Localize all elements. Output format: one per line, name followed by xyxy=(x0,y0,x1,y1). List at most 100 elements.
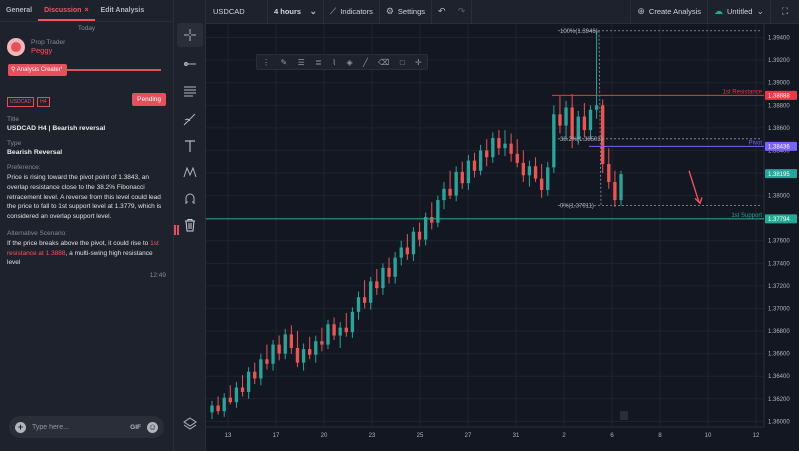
candle-body xyxy=(399,247,403,258)
candle-body xyxy=(564,107,568,126)
magnet-icon[interactable] xyxy=(177,187,203,211)
type-value: Bearish Reversal xyxy=(7,149,63,156)
candle-body xyxy=(527,166,532,176)
price-chart[interactable]: 1.39400 1.39200 1.39000 1.38800 1.38600 1.384… xyxy=(206,24,799,451)
candle-body xyxy=(277,344,281,354)
candle-body xyxy=(497,138,501,149)
scroll-realtime-button xyxy=(620,411,628,420)
price-tick-label: 1.37600 xyxy=(768,239,790,245)
price-tick-label: 1.38800 xyxy=(768,103,790,109)
chart-canvas[interactable]: 1.39400 1.39200 1.39000 1.38800 1.38600 1.384… xyxy=(206,24,799,451)
time-tick-label: 10 xyxy=(705,433,712,439)
candle-body xyxy=(369,281,373,303)
brush-icon[interactable] xyxy=(177,107,203,131)
more-icon[interactable]: ✛ xyxy=(415,58,422,67)
panel-resize-handle[interactable] xyxy=(174,222,180,235)
message-input-bar: + GIF ☺ xyxy=(9,416,164,438)
analysis-created-line xyxy=(60,69,161,71)
candle-body xyxy=(521,162,526,176)
indicators-button[interactable]: ⟋ Indicators xyxy=(324,0,380,24)
top-toolbar: USDCAD 4 hours ⌄ ⟋ Indicators ⚙ Settings ↶ … xyxy=(206,0,799,24)
pattern-icon[interactable] xyxy=(177,160,203,184)
create-analysis-button[interactable]: ⊕ Create Analysis xyxy=(630,0,709,24)
chevron-down-icon: ⌄ xyxy=(756,6,764,16)
layout-name: Untitled xyxy=(727,7,753,16)
symbol-badge: USDCAD xyxy=(7,97,35,107)
candle-body xyxy=(546,167,550,190)
candle-body xyxy=(332,324,336,336)
drag-handle-icon[interactable]: ⋮ xyxy=(262,58,270,67)
layers-icon[interactable] xyxy=(177,411,203,435)
candle-body xyxy=(442,188,446,201)
fib-icon[interactable]: ≣ xyxy=(315,58,322,67)
brush-icon[interactable]: ⌇ xyxy=(332,58,336,67)
gif-button[interactable]: GIF xyxy=(130,424,141,431)
candle-body xyxy=(338,327,342,336)
pencil-icon[interactable]: ✎ xyxy=(281,58,288,67)
time-tick-label: 17 xyxy=(273,433,280,439)
symbol-badges: USDCAD H4 xyxy=(7,90,53,108)
candle-body xyxy=(228,397,232,403)
price-tick-label: 1.36000 xyxy=(768,419,790,425)
text-lines-icon[interactable]: ☰ xyxy=(298,58,305,67)
undo-button[interactable]: ↶ xyxy=(432,0,452,24)
analysis-created-label: ⚲ Analysis Created xyxy=(8,64,68,76)
candle-body xyxy=(582,116,587,131)
parallel-channel-icon[interactable] xyxy=(177,79,203,103)
text-icon[interactable] xyxy=(177,134,203,158)
fullscreen-button[interactable]: ⛶ xyxy=(771,0,799,24)
candle-body xyxy=(362,297,367,303)
avatar[interactable] xyxy=(7,38,25,56)
candle-body xyxy=(466,160,471,184)
avatar-icon xyxy=(11,42,21,52)
tab-edit-analysis[interactable]: Edit Analysis xyxy=(95,0,151,21)
candle-body xyxy=(588,109,593,131)
horizontal-ray-icon[interactable] xyxy=(177,52,203,76)
square-icon[interactable]: □ xyxy=(400,58,405,67)
candle-body xyxy=(448,188,452,196)
price-badge-label: 1.38888 xyxy=(768,94,790,100)
symbol-selector[interactable]: USDCAD xyxy=(206,0,268,24)
timeframe-selector[interactable]: 4 hours ⌄ xyxy=(268,0,324,24)
candle-body xyxy=(320,341,324,345)
tab-general[interactable]: General xyxy=(0,0,38,21)
create-analysis-label: Create Analysis xyxy=(648,7,702,16)
user-name[interactable]: Peggy xyxy=(31,46,65,55)
price-tick-label: 1.36800 xyxy=(768,329,790,335)
price-badge-label: 1.37794 xyxy=(768,217,790,223)
indicators-label: Indicators xyxy=(340,7,373,16)
close-icon[interactable]: × xyxy=(84,7,88,14)
price-tick-label: 1.37000 xyxy=(768,306,790,312)
candle-body xyxy=(295,347,300,363)
candle-body xyxy=(613,182,617,201)
type-label: Type xyxy=(7,140,22,147)
discussion-panel: General Discussion × Edit Analysis Today … xyxy=(0,0,174,451)
price-tick-label: 1.36600 xyxy=(768,352,790,358)
settings-button[interactable]: ⚙ Settings xyxy=(380,0,433,24)
fill-icon[interactable]: ◈ xyxy=(346,58,352,67)
gear-icon: ⚙ xyxy=(385,6,394,16)
tab-discussion-label: Discussion xyxy=(44,7,82,14)
candle-body xyxy=(601,105,605,164)
eraser-icon[interactable]: ⌫ xyxy=(378,58,389,67)
candle-body xyxy=(307,349,312,355)
layout-selector[interactable]: ☁ Untitled ⌄ xyxy=(708,0,771,24)
line-icon[interactable]: ╱ xyxy=(363,58,368,67)
status-badge[interactable]: Pending xyxy=(132,92,166,106)
level-label: 1st Support xyxy=(731,213,762,219)
redo-button[interactable]: ↷ xyxy=(452,0,473,24)
message-input[interactable] xyxy=(32,423,125,431)
fib-level-label: 0%(1.37911) xyxy=(560,204,594,210)
crosshair-icon[interactable] xyxy=(177,23,203,47)
candle-body xyxy=(265,359,269,364)
tab-discussion[interactable]: Discussion × xyxy=(38,0,95,21)
time-tick-label: 13 xyxy=(225,433,232,439)
emoji-icon[interactable]: ☺ xyxy=(147,421,158,433)
handle-bar xyxy=(177,225,179,235)
title-label: Title xyxy=(7,116,20,123)
trash-icon[interactable] xyxy=(177,213,203,237)
plus-icon[interactable]: + xyxy=(15,421,26,433)
candle-body xyxy=(478,150,483,171)
candle-body xyxy=(558,114,562,126)
message-header: Prop Trader Peggy xyxy=(7,38,166,56)
